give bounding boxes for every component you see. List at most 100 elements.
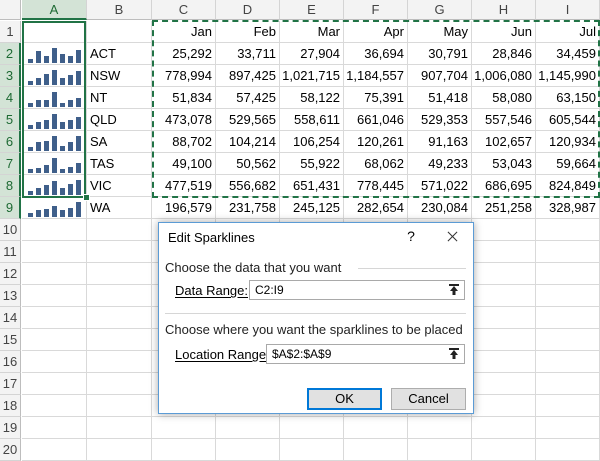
cell-d2[interactable]: 33,711 xyxy=(216,43,280,65)
cell-h8[interactable]: 686,695 xyxy=(472,175,536,197)
column-header-f[interactable]: F xyxy=(344,0,408,20)
fill-handle[interactable] xyxy=(83,194,90,201)
cell-h4[interactable]: 58,080 xyxy=(472,87,536,109)
cell-i1[interactable]: Jul xyxy=(536,21,600,43)
cell-e8[interactable]: 651,431 xyxy=(280,175,344,197)
sparkline[interactable] xyxy=(28,179,84,195)
row-header-16[interactable]: 16 xyxy=(0,351,21,373)
dialog-titlebar[interactable]: Edit Sparklines ? xyxy=(159,223,473,253)
cell-b7[interactable]: TAS xyxy=(87,153,152,175)
cell-i14[interactable] xyxy=(536,307,600,329)
row-header-17[interactable]: 17 xyxy=(0,373,21,395)
cell-b13[interactable] xyxy=(87,285,152,307)
cell-e6[interactable]: 106,254 xyxy=(280,131,344,153)
cell-i19[interactable] xyxy=(536,417,600,439)
cell-c5[interactable]: 473,078 xyxy=(152,109,216,131)
cell-d8[interactable]: 556,682 xyxy=(216,175,280,197)
cell-i7[interactable]: 59,664 xyxy=(536,153,600,175)
cell-c3[interactable]: 778,994 xyxy=(152,65,216,87)
cell-b10[interactable] xyxy=(87,219,152,241)
cell-f7[interactable]: 68,062 xyxy=(344,153,408,175)
column-header-h[interactable]: H xyxy=(472,0,536,20)
cell-c2[interactable]: 25,292 xyxy=(152,43,216,65)
row-header-4[interactable]: 4 xyxy=(0,87,21,109)
row-header-1[interactable]: 1 xyxy=(0,21,21,43)
cell-b4[interactable]: NT xyxy=(87,87,152,109)
cell-i20[interactable] xyxy=(536,439,600,461)
cell-a12[interactable] xyxy=(22,263,87,285)
sparkline[interactable] xyxy=(28,113,84,129)
cell-b18[interactable] xyxy=(87,395,152,417)
cell-d3[interactable]: 897,425 xyxy=(216,65,280,87)
cell-h19[interactable] xyxy=(472,417,536,439)
column-header-g[interactable]: G xyxy=(408,0,472,20)
cell-h14[interactable] xyxy=(472,307,536,329)
column-header-d[interactable]: D xyxy=(216,0,280,20)
cell-h10[interactable] xyxy=(472,219,536,241)
cell-d7[interactable]: 50,562 xyxy=(216,153,280,175)
cell-c4[interactable]: 51,834 xyxy=(152,87,216,109)
cell-i6[interactable]: 120,934 xyxy=(536,131,600,153)
sparkline[interactable] xyxy=(28,91,84,107)
cell-a18[interactable] xyxy=(22,395,87,417)
column-header-c[interactable]: C xyxy=(152,0,216,20)
cell-h18[interactable] xyxy=(472,395,536,417)
row-header-7[interactable]: 7 xyxy=(0,153,21,175)
row-header-8[interactable]: 8 xyxy=(0,175,21,197)
cell-h16[interactable] xyxy=(472,351,536,373)
row-header-2[interactable]: 2 xyxy=(0,43,21,65)
cell-c1[interactable]: Jan xyxy=(152,21,216,43)
sparkline[interactable] xyxy=(28,47,84,63)
cell-g7[interactable]: 49,233 xyxy=(408,153,472,175)
collapse-dialog-icon[interactable] xyxy=(444,281,464,299)
cell-e1[interactable]: Mar xyxy=(280,21,344,43)
cell-e7[interactable]: 55,922 xyxy=(280,153,344,175)
location-range-input[interactable]: $A$2:$A$9 xyxy=(266,344,465,364)
cell-i9[interactable]: 328,987 xyxy=(536,197,600,219)
cell-b8[interactable]: VIC xyxy=(87,175,152,197)
cell-g6[interactable]: 91,163 xyxy=(408,131,472,153)
help-button[interactable]: ? xyxy=(403,228,419,244)
cell-i18[interactable] xyxy=(536,395,600,417)
cell-h20[interactable] xyxy=(472,439,536,461)
cell-a13[interactable] xyxy=(22,285,87,307)
cell-i12[interactable] xyxy=(536,263,600,285)
cell-i15[interactable] xyxy=(536,329,600,351)
cell-h12[interactable] xyxy=(472,263,536,285)
cell-f20[interactable] xyxy=(344,439,408,461)
cell-b15[interactable] xyxy=(87,329,152,351)
cell-h2[interactable]: 28,846 xyxy=(472,43,536,65)
row-header-14[interactable]: 14 xyxy=(0,307,21,329)
cell-a15[interactable] xyxy=(22,329,87,351)
cell-f4[interactable]: 75,391 xyxy=(344,87,408,109)
cell-d5[interactable]: 529,565 xyxy=(216,109,280,131)
cell-g9[interactable]: 230,084 xyxy=(408,197,472,219)
cell-g8[interactable]: 571,022 xyxy=(408,175,472,197)
cell-g5[interactable]: 529,353 xyxy=(408,109,472,131)
cell-e2[interactable]: 27,904 xyxy=(280,43,344,65)
cell-f2[interactable]: 36,694 xyxy=(344,43,408,65)
column-header-b[interactable]: B xyxy=(87,0,152,20)
cell-i4[interactable]: 63,150 xyxy=(536,87,600,109)
column-header-e[interactable]: E xyxy=(280,0,344,20)
cell-a11[interactable] xyxy=(22,241,87,263)
cell-b2[interactable]: ACT xyxy=(87,43,152,65)
cell-b3[interactable]: NSW xyxy=(87,65,152,87)
row-header-9[interactable]: 9 xyxy=(0,197,21,219)
cell-b16[interactable] xyxy=(87,351,152,373)
cell-i2[interactable]: 34,459 xyxy=(536,43,600,65)
row-header-6[interactable]: 6 xyxy=(0,131,21,153)
cell-h6[interactable]: 102,657 xyxy=(472,131,536,153)
cell-c20[interactable] xyxy=(152,439,216,461)
data-range-input[interactable]: C2:I9 xyxy=(249,280,465,300)
cell-h5[interactable]: 557,546 xyxy=(472,109,536,131)
cell-a20[interactable] xyxy=(22,439,87,461)
cell-d6[interactable]: 104,214 xyxy=(216,131,280,153)
cell-d20[interactable] xyxy=(216,439,280,461)
cell-d4[interactable]: 57,425 xyxy=(216,87,280,109)
sparkline[interactable] xyxy=(28,135,84,151)
cell-b20[interactable] xyxy=(87,439,152,461)
cell-g4[interactable]: 51,418 xyxy=(408,87,472,109)
cell-d1[interactable]: Feb xyxy=(216,21,280,43)
cell-b12[interactable] xyxy=(87,263,152,285)
